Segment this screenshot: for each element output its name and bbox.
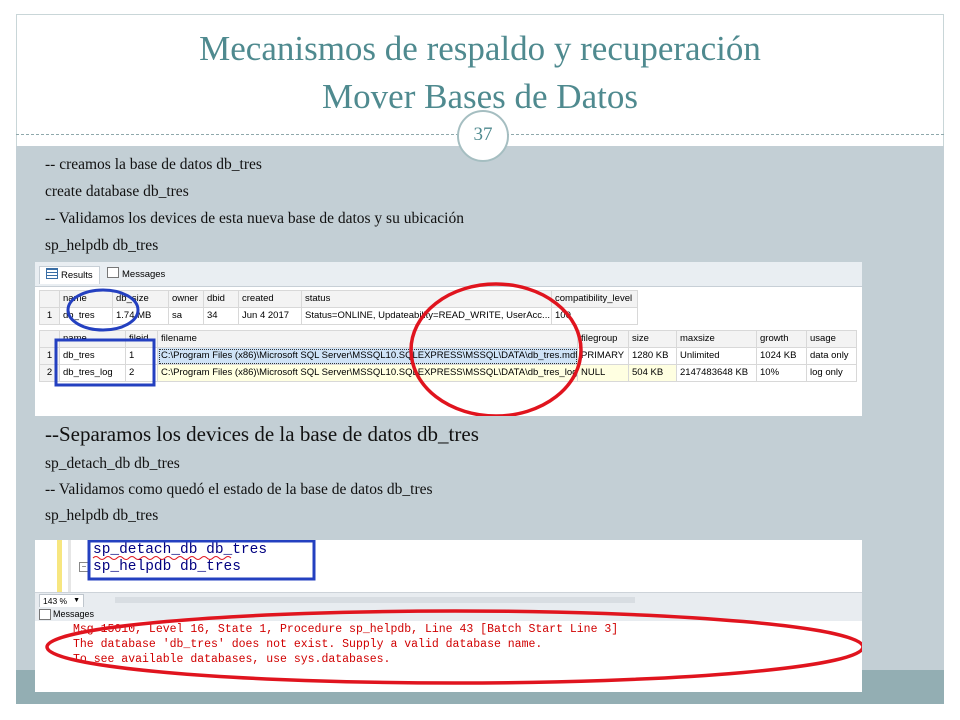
results-screenshot: Results Messages name db_size owner dbid…: [35, 262, 862, 416]
row-number: 2: [39, 364, 60, 382]
grid-cell[interactable]: C:\Program Files (x86)\Microsoft SQL Ser…: [157, 364, 578, 382]
grid-cell[interactable]: db_tres: [59, 347, 126, 365]
table-row[interactable]: 1 db_tres 1 C:\Program Files (x86)\Micro…: [39, 347, 857, 365]
code-create-database: create database db_tres: [45, 183, 189, 200]
grid-cell[interactable]: 504 KB: [628, 364, 677, 382]
error-message: To see available databases, use sys.data…: [73, 653, 391, 666]
messages-icon: [39, 609, 51, 620]
table-row[interactable]: 2 db_tres_log 2 C:\Program Files (x86)\M…: [39, 364, 857, 382]
grid-cell[interactable]: 1024 KB: [756, 347, 807, 365]
grid-cell[interactable]: sa: [168, 307, 204, 325]
col-header[interactable]: fileid: [125, 330, 158, 348]
col-header[interactable]: maxsize: [676, 330, 757, 348]
col-header[interactable]: filegroup: [577, 330, 629, 348]
grid-cell[interactable]: 10%: [756, 364, 807, 382]
query-editor[interactable]: sp_detach_db db_tres − sp_helpdb db_tres: [35, 540, 862, 592]
collapse-icon[interactable]: −: [79, 562, 89, 572]
results-tabbar: Results Messages: [35, 262, 862, 287]
grid-header: name db_size owner dbid created status c…: [39, 290, 638, 308]
code-helpdb-2: sp_helpdb db_tres: [45, 507, 159, 524]
zoom-bar: 143 % ▼: [35, 592, 862, 608]
messages-icon: [107, 267, 119, 278]
grid-cell-selected[interactable]: C:\Program Files (x86)\Microsoft SQL Ser…: [157, 347, 578, 365]
col-header[interactable]: usage: [806, 330, 857, 348]
col-header[interactable]: name: [59, 290, 113, 308]
messages-screenshot: sp_detach_db db_tres − sp_helpdb db_tres…: [35, 540, 862, 692]
grid-cell[interactable]: 100: [551, 307, 638, 325]
horizontal-scrollbar[interactable]: [115, 597, 635, 603]
grid-cell[interactable]: NULL: [577, 364, 629, 382]
row-number: 1: [39, 307, 60, 325]
comment-validate-state: -- Validamos como quedó el estado de la …: [45, 481, 433, 498]
col-header[interactable]: filename: [157, 330, 578, 348]
tab-results-label: Results: [61, 270, 93, 281]
code-detach: sp_detach_db db_tres: [45, 455, 180, 472]
tab-messages-label: Messages: [122, 269, 166, 280]
col-header[interactable]: name: [59, 330, 126, 348]
messages-tabbar: Messages: [35, 607, 862, 622]
grid-cell[interactable]: data only: [806, 347, 857, 365]
code-line[interactable]: sp_detach_db db_tres: [93, 542, 267, 558]
page-number-badge: 37: [457, 110, 509, 162]
grid-cell[interactable]: Status=ONLINE, Updateability=READ_WRITE,…: [301, 307, 552, 325]
comment-create: -- creamos la base de datos db_tres: [45, 156, 262, 173]
error-message: The database 'db_tres' does not exist. S…: [73, 638, 543, 651]
grid-icon: [46, 268, 58, 279]
tab-messages[interactable]: Messages: [101, 266, 171, 284]
messages-panel: Msg 15010, Level 16, State 1, Procedure …: [35, 609, 862, 692]
grid-cell[interactable]: 1280 KB: [628, 347, 677, 365]
col-header[interactable]: compatibility_level: [551, 290, 638, 308]
grid-cell[interactable]: log only: [806, 364, 857, 382]
grid-cell[interactable]: db_tres_log: [59, 364, 126, 382]
grid-header: name fileid filename filegroup size maxs…: [39, 330, 857, 348]
grid-cell[interactable]: 1.74 MB: [112, 307, 169, 325]
grid-cell[interactable]: Unlimited: [676, 347, 757, 365]
grid-cell[interactable]: PRIMARY: [577, 347, 629, 365]
tab-results[interactable]: Results: [39, 266, 100, 284]
grid-cell[interactable]: 1: [125, 347, 158, 365]
comment-validate-devices: -- Validamos los devices de esta nueva b…: [45, 210, 464, 227]
grid-cell[interactable]: 2: [125, 364, 158, 382]
code-helpdb: sp_helpdb db_tres: [45, 237, 159, 254]
zoom-value: 143 %: [43, 596, 68, 606]
col-header[interactable]: created: [238, 290, 302, 308]
col-header[interactable]: dbid: [203, 290, 239, 308]
grid-cell[interactable]: 2147483648 KB: [676, 364, 757, 382]
col-header[interactable]: growth: [756, 330, 807, 348]
table-row[interactable]: 1 db_tres 1.74 MB sa 34 Jun 4 2017 Statu…: [39, 307, 638, 325]
grid-cell[interactable]: db_tres: [59, 307, 113, 325]
zoom-select[interactable]: 143 % ▼: [39, 594, 85, 608]
chevron-down-icon: ▼: [73, 597, 81, 604]
slide-title: Mecanismos de respaldo y recuperación: [199, 29, 761, 68]
tab-messages[interactable]: Messages: [53, 607, 94, 621]
comment-detach: --Separamos los devices de la base de da…: [45, 422, 479, 446]
col-header[interactable]: db_size: [112, 290, 169, 308]
row-number: 1: [39, 347, 60, 365]
db-info-grid: name db_size owner dbid created status c…: [39, 290, 638, 325]
col-header[interactable]: owner: [168, 290, 204, 308]
code-line[interactable]: sp_helpdb db_tres: [93, 559, 241, 575]
col-header[interactable]: status: [301, 290, 552, 308]
error-message: Msg 15010, Level 16, State 1, Procedure …: [73, 623, 619, 636]
db-files-grid: name fileid filename filegroup size maxs…: [39, 330, 857, 382]
editor-gutter: [68, 540, 71, 592]
grid-cell[interactable]: Jun 4 2017: [238, 307, 302, 325]
col-header[interactable]: size: [628, 330, 677, 348]
change-marker: [57, 540, 62, 592]
grid-cell[interactable]: 34: [203, 307, 239, 325]
